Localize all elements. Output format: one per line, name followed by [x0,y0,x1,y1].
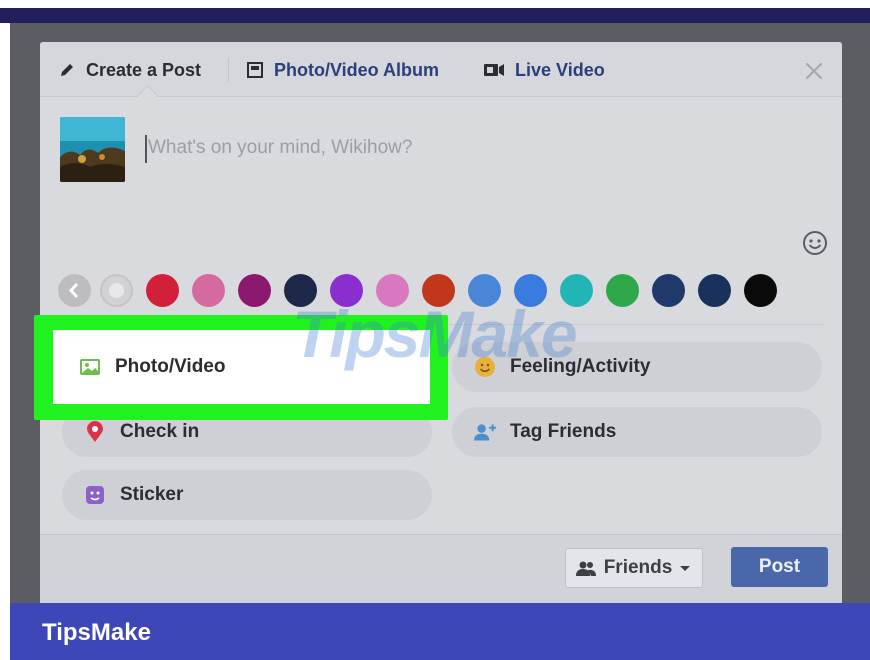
photo-icon [79,356,101,378]
friends-icon [575,561,596,576]
top-nav-bar [0,8,870,23]
tag-friends-button[interactable]: Tag Friends [452,407,822,457]
post-input[interactable]: What's on your mind, Wikihow? [148,137,412,159]
chevron-down-icon [680,566,691,571]
tag-friends-label: Tag Friends [510,421,617,442]
frame-top [0,0,870,8]
close-icon[interactable] [802,59,826,83]
post-button[interactable]: Post [731,547,828,587]
color-swatch[interactable] [652,274,685,307]
text-cursor [145,135,147,163]
photo-video-label: Photo/Video [115,356,226,377]
chevron-left-icon [68,282,79,299]
tag-friends-icon [474,421,496,443]
color-swatch[interactable] [192,274,225,307]
check-in-label: Check in [120,421,200,442]
album-icon [247,62,263,78]
emoji-icon[interactable] [802,230,828,256]
swatch-none-dot [109,283,124,298]
tab-create-post-label: Create a Post [86,59,202,80]
composer-area: What's on your mind, Wikihow? [40,97,842,267]
tab-photo-album[interactable]: Photo/Video Album [246,58,439,82]
swatch-none[interactable] [100,274,133,307]
color-swatch[interactable] [238,274,271,307]
tab-divider [228,58,229,82]
sticker-button[interactable]: Sticker [62,470,432,520]
color-swatch[interactable] [698,274,731,307]
tab-create-post[interactable]: Create a Post [58,58,201,82]
tab-live-video[interactable]: Live Video [483,58,605,82]
watermark: TipsMake [292,297,578,371]
color-swatch[interactable] [744,274,777,307]
frame-left [0,0,10,660]
audience-label: Friends [603,557,673,578]
avatar [60,117,125,182]
location-pin-icon [84,421,106,443]
brand-bar: TipsMake [10,603,870,660]
live-video-icon [484,64,504,76]
brand-label: TipsMake [42,619,151,646]
tab-live-video-label: Live Video [515,59,605,80]
pencil-icon [61,64,73,76]
color-swatch[interactable] [606,274,639,307]
tab-bar: Create a Post Photo/Video Album Live Vid… [40,42,842,97]
swatch-prev[interactable] [58,274,91,307]
sticker-icon [84,484,106,506]
color-swatch[interactable] [146,274,179,307]
sticker-label: Sticker [120,484,184,505]
audience-selector[interactable]: Friends [565,548,703,588]
dialog-footer: Friends Post [40,534,842,604]
tab-photo-album-label: Photo/Video Album [274,59,439,80]
